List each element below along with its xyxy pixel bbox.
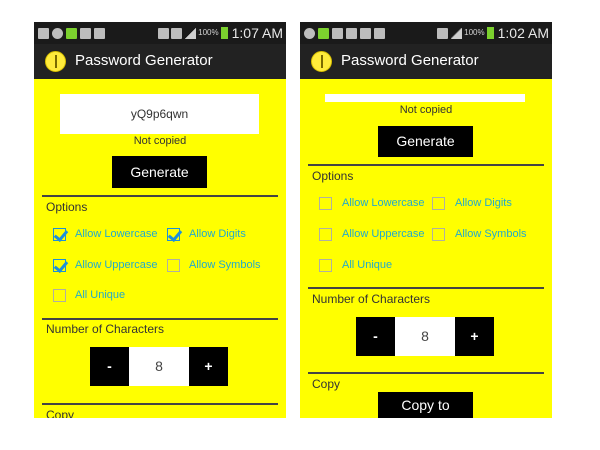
increment-button[interactable]: + (189, 347, 228, 386)
divider (42, 403, 278, 405)
allow-lowercase-checkbox[interactable] (319, 197, 332, 210)
action-bar: Password Generator (300, 44, 552, 79)
notification-icons (304, 22, 385, 44)
allow-symbols-checkbox[interactable] (432, 228, 445, 241)
document-icon (332, 27, 343, 39)
back-icon (38, 27, 49, 39)
divider (308, 372, 544, 374)
battery-icon (486, 27, 494, 39)
divider (42, 195, 278, 197)
options-heading: Options (46, 200, 88, 214)
image-icon (346, 27, 357, 39)
app-logo-icon (45, 51, 66, 72)
clock: 1:07 AM (231, 25, 283, 41)
allow-digits-label[interactable]: Allow Digits (455, 197, 512, 209)
phone-screen-left: 100% 1:07 AM Password Generator yQ9p6qwn… (34, 22, 286, 418)
all-unique-label[interactable]: All Unique (75, 289, 125, 301)
battery-percent: 100% (198, 28, 219, 37)
app-logo-icon (311, 51, 332, 72)
all-unique-label[interactable]: All Unique (342, 259, 392, 271)
allow-uppercase-checkbox[interactable] (319, 228, 332, 241)
divider (42, 318, 278, 320)
allow-symbols-label[interactable]: Allow Symbols (189, 259, 261, 271)
allow-digits-checkbox[interactable] (167, 228, 180, 241)
generate-button[interactable]: Generate (378, 126, 473, 157)
options-heading: Options (312, 169, 354, 183)
mail-icon (94, 27, 105, 39)
status-bar: 100% 1:02 AM (300, 22, 552, 44)
action-bar: Password Generator (34, 44, 286, 79)
all-unique-checkbox[interactable] (53, 289, 66, 302)
mute-icon (158, 27, 170, 39)
notification-icons (38, 22, 105, 44)
system-tray: 100% 1:07 AM (158, 22, 283, 44)
character-count-value[interactable]: 8 (129, 347, 189, 386)
decrement-button[interactable]: - (356, 317, 395, 356)
password-output[interactable]: yQ9p6qwn (60, 94, 259, 134)
character-count-value[interactable]: 8 (395, 317, 455, 356)
wifi-icon (171, 27, 183, 39)
allow-symbols-label[interactable]: Allow Symbols (455, 228, 527, 240)
allow-digits-checkbox[interactable] (432, 197, 445, 210)
battery-percent: 100% (464, 28, 485, 37)
android-icon (318, 27, 329, 39)
signal-icon (450, 27, 463, 39)
usb-icon (304, 27, 315, 39)
increment-button[interactable]: + (455, 317, 494, 356)
android-icon (66, 27, 77, 39)
allow-symbols-checkbox[interactable] (167, 259, 180, 272)
allow-uppercase-label[interactable]: Allow Uppercase (75, 259, 158, 271)
allow-uppercase-label[interactable]: Allow Uppercase (342, 228, 425, 240)
allow-digits-label[interactable]: Allow Digits (189, 228, 246, 240)
generate-button[interactable]: Generate (112, 156, 207, 188)
document-icon (80, 27, 91, 39)
number-of-characters-heading: Number of Characters (46, 322, 165, 336)
app-title: Password Generator (75, 52, 213, 69)
phone-screen-right: 100% 1:02 AM Password Generator Not copi… (300, 22, 552, 418)
photo-icon (374, 27, 385, 39)
usb-icon (52, 27, 63, 39)
system-tray: 100% 1:02 AM (437, 22, 549, 44)
all-unique-checkbox[interactable] (319, 259, 332, 272)
app-title: Password Generator (341, 52, 479, 69)
copy-heading: Copy (312, 377, 341, 391)
copy-status: Not copied (133, 135, 187, 147)
divider (308, 164, 544, 166)
clock: 1:02 AM (497, 25, 549, 41)
divider (308, 287, 544, 289)
copy-heading: Copy (46, 408, 75, 418)
mute-icon (437, 27, 449, 39)
allow-lowercase-label[interactable]: Allow Lowercase (75, 228, 158, 240)
password-output[interactable] (325, 94, 525, 102)
allow-uppercase-checkbox[interactable] (53, 259, 66, 272)
mail-icon (360, 27, 371, 39)
battery-icon (220, 27, 228, 39)
signal-icon (184, 27, 197, 39)
number-of-characters-heading: Number of Characters (312, 292, 431, 306)
status-bar: 100% 1:07 AM (34, 22, 286, 44)
copy-to-clipboard-button[interactable]: Copy to clipboard (378, 392, 473, 418)
copy-status: Not copied (399, 104, 453, 116)
decrement-button[interactable]: - (90, 347, 129, 386)
allow-lowercase-checkbox[interactable] (53, 228, 66, 241)
allow-lowercase-label[interactable]: Allow Lowercase (342, 197, 425, 209)
